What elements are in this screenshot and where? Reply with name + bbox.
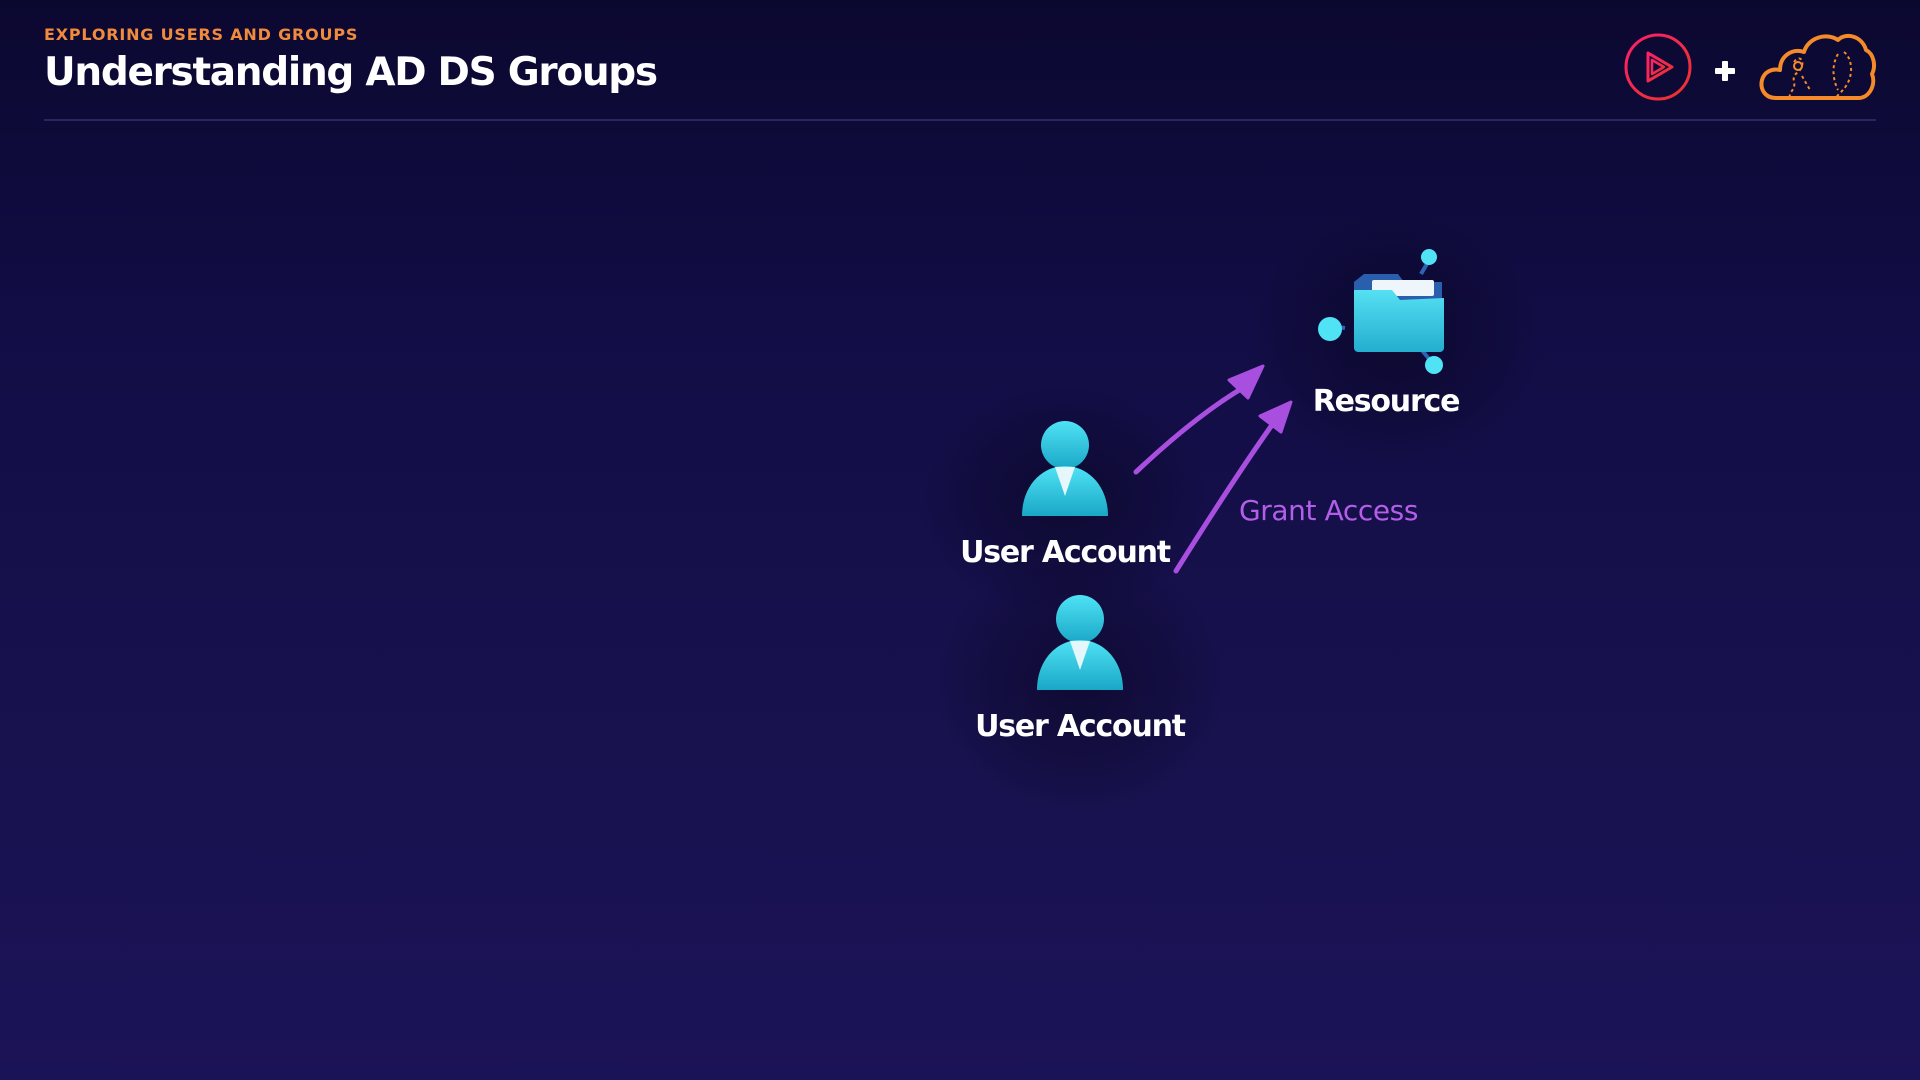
resource-label: Resource [1312, 384, 1461, 419]
grant-access-arrow-1 [1133, 364, 1265, 475]
grant-access-label: Grant Access [1239, 494, 1419, 527]
user-account-label: User Account [975, 709, 1186, 744]
user-icon [1037, 595, 1123, 690]
shared-folder-icon [1318, 249, 1444, 374]
user-account-label: User Account [960, 535, 1171, 570]
grant-access-arrow-2 [1173, 400, 1293, 574]
user-icon [1022, 421, 1108, 516]
